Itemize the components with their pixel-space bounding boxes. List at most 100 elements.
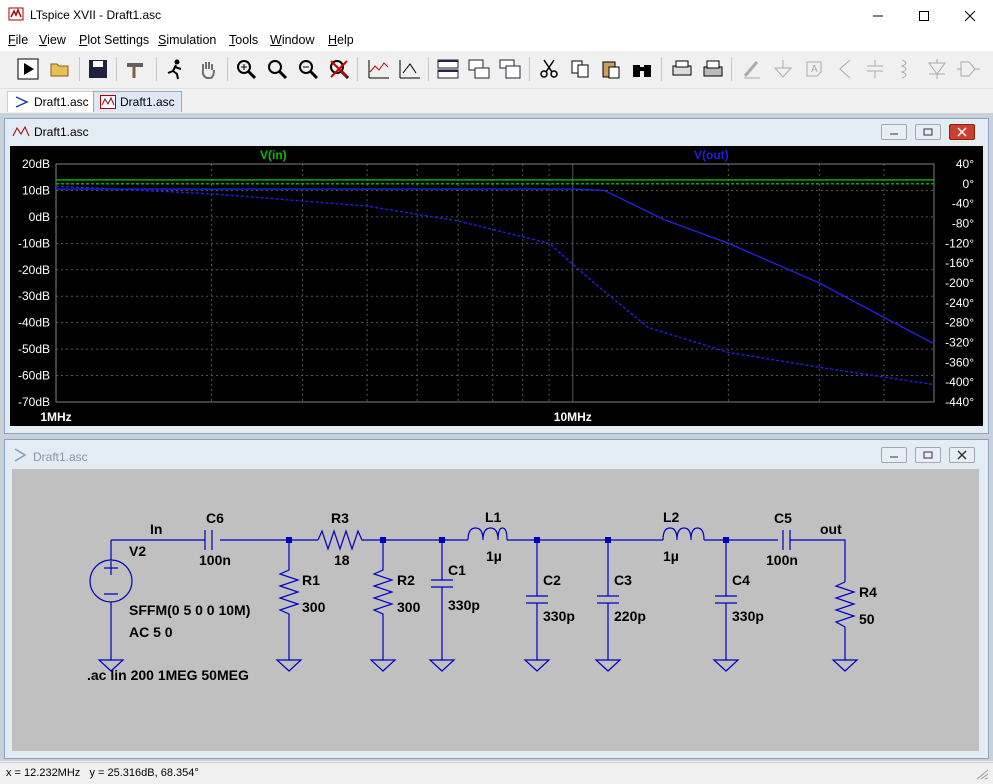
label-net-button[interactable]: A	[801, 56, 827, 82]
zoom-out-button[interactable]	[295, 56, 321, 82]
zoom-fit-button[interactable]	[326, 56, 352, 82]
c2-ref: C2	[543, 572, 561, 588]
autorange-button[interactable]	[366, 56, 392, 82]
legend-vin[interactable]: V(in)	[260, 148, 287, 162]
waveform-restore-button[interactable]	[915, 124, 941, 140]
cascade-icon	[468, 59, 490, 79]
legend-vout[interactable]: V(out)	[694, 148, 729, 162]
cursor-button[interactable]	[397, 56, 423, 82]
maximize-icon	[919, 10, 929, 21]
schematic-window-title: Draft1.asc	[33, 450, 88, 464]
schematic-canvas[interactable]: In out V2 SFFM(0 5 0 0 10M) AC 5 0 C6 10…	[12, 469, 979, 751]
hammer-icon	[127, 63, 143, 78]
v2-value: SFFM(0 5 0 0 10M)	[129, 602, 250, 618]
capacitor-icon	[867, 60, 883, 78]
waveform-minimize-button[interactable]	[881, 124, 907, 140]
left-tick-label: 10dB	[22, 183, 50, 197]
l1-value: 1µ	[486, 548, 502, 564]
spice-directive[interactable]: .ac lin 200 1MEG 50MEG	[87, 667, 249, 683]
capacitor-button[interactable]	[862, 56, 888, 82]
inductor-button[interactable]	[893, 56, 919, 82]
tab-schematic[interactable]: Draft1.asc	[7, 91, 96, 112]
schematic-window-icon	[14, 448, 27, 462]
component-button[interactable]	[955, 56, 981, 82]
tab-waveform[interactable]: Draft1.asc	[93, 91, 182, 112]
control-panel-button[interactable]	[124, 56, 150, 82]
schematic-close-button[interactable]	[949, 447, 975, 463]
resistor-icon	[839, 59, 851, 79]
diode-button[interactable]	[924, 56, 950, 82]
pan-button[interactable]	[195, 56, 221, 82]
menu-view[interactable]: View	[39, 33, 66, 47]
right-tick-label: 0°	[963, 177, 975, 191]
menu-tools[interactable]: Tools	[229, 33, 258, 47]
open-button[interactable]	[47, 56, 73, 82]
minimize-button[interactable]	[855, 0, 901, 31]
net-label-out: out	[820, 521, 842, 537]
tile-vertical-button[interactable]	[497, 56, 523, 82]
run-probe-button[interactable]	[162, 56, 188, 82]
menu-window[interactable]: Window	[270, 33, 314, 47]
menu-simulation[interactable]: Simulation	[158, 33, 216, 47]
svg-text:A: A	[811, 64, 818, 75]
zoom-in-button[interactable]	[233, 56, 259, 82]
right-tick-label: -360°	[945, 355, 974, 369]
right-tick-label: -240°	[945, 296, 974, 310]
waveform-close-button[interactable]	[949, 124, 975, 140]
menu-help[interactable]: Help	[328, 33, 354, 47]
c5-ref: C5	[774, 510, 792, 526]
right-tick-label: -400°	[945, 375, 974, 389]
close-icon	[957, 127, 967, 137]
c6-value: 100n	[199, 552, 231, 568]
print-preview-button[interactable]	[669, 56, 695, 82]
right-tick-label: -120°	[945, 236, 974, 250]
cascade-button[interactable]	[466, 56, 492, 82]
c4-value: 330p	[732, 608, 764, 624]
maximize-button[interactable]	[901, 0, 947, 31]
r2-value: 300	[397, 599, 421, 615]
zoom-in-icon	[237, 60, 257, 80]
save-button[interactable]	[85, 56, 111, 82]
right-tick-label: -280°	[945, 316, 974, 330]
ground-button[interactable]	[770, 56, 796, 82]
minimize-icon	[890, 133, 898, 135]
cut-button[interactable]	[536, 56, 562, 82]
paste-button[interactable]	[598, 56, 624, 82]
toolbar-separator	[428, 57, 429, 81]
left-tick-label: -10dB	[18, 236, 50, 250]
menu-file[interactable]: File	[8, 33, 28, 47]
junction-dot	[605, 537, 611, 543]
find-button[interactable]	[629, 56, 655, 82]
component-icon	[957, 61, 980, 77]
copy-button[interactable]	[567, 56, 593, 82]
restore-icon	[923, 128, 933, 136]
zoom-area-button[interactable]	[264, 56, 290, 82]
left-tick-label: -60dB	[18, 369, 50, 383]
v2-ac-value: AC 5 0	[129, 624, 173, 640]
hand-icon	[201, 62, 215, 79]
left-tick-label: -50dB	[18, 342, 50, 356]
zoom-out-icon	[299, 60, 319, 80]
schematic-minimize-button[interactable]	[881, 447, 907, 463]
resistor-button[interactable]	[832, 56, 858, 82]
close-button[interactable]	[947, 0, 993, 31]
r2-ref: R2	[397, 572, 415, 588]
draw-wire-button[interactable]	[739, 56, 765, 82]
print-button[interactable]	[700, 56, 726, 82]
schematic-restore-button[interactable]	[915, 447, 941, 463]
tile-horizontal-button[interactable]	[435, 56, 461, 82]
c1-ref: C1	[448, 562, 466, 578]
label-net-icon: A	[806, 61, 822, 77]
r1-value: 300	[302, 599, 326, 615]
c4-ref: C4	[732, 572, 750, 588]
waveform-plot[interactable]: 20dB 10dB 0dB -10dB -20dB -30dB -40dB -50dB -60d…	[10, 146, 983, 426]
minimize-icon	[890, 456, 898, 458]
l2-ref: L2	[663, 509, 680, 525]
right-tick-label: -160°	[945, 256, 974, 270]
inductor-icon	[900, 59, 907, 79]
menu-plot-settings[interactable]: Plot Settings	[79, 33, 149, 47]
plot-background	[10, 146, 983, 426]
left-tick-label: 0dB	[29, 210, 50, 224]
run-button[interactable]	[15, 56, 41, 82]
left-tick-label: 20dB	[22, 157, 50, 171]
